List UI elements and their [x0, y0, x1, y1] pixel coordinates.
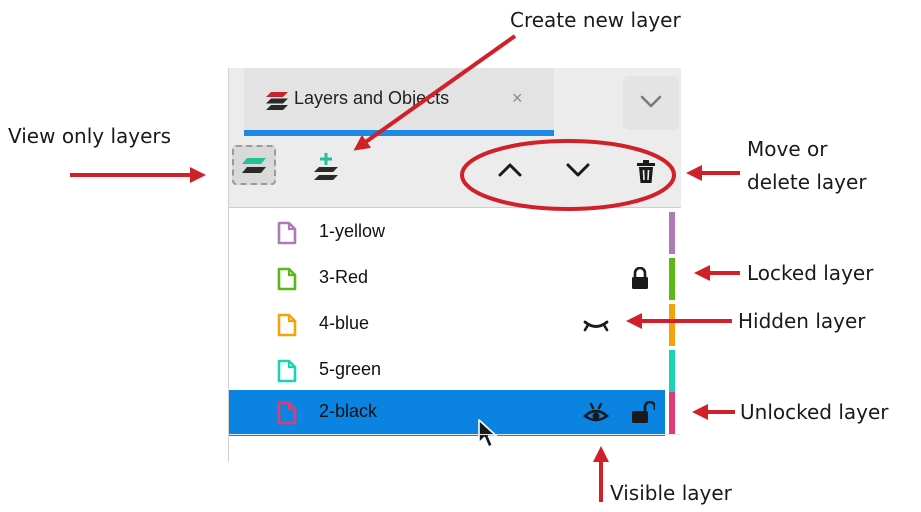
- view-only-layers-button[interactable]: [232, 145, 276, 185]
- annotation-move-or: Move or: [747, 137, 828, 161]
- move-up-button[interactable]: [497, 162, 527, 186]
- annotation-locked-layer: Locked layer: [747, 261, 874, 285]
- layer-row[interactable]: 1-yellow: [229, 210, 665, 256]
- unlock-icon[interactable]: [631, 401, 655, 423]
- chevron-down-icon: [566, 163, 590, 177]
- lock-icon[interactable]: [631, 267, 649, 289]
- layers-toolbar: [229, 136, 681, 208]
- file-icon: [277, 313, 297, 337]
- chevron-up-icon: [498, 163, 522, 177]
- tab-menu-button[interactable]: [623, 76, 679, 130]
- close-icon[interactable]: ×: [512, 88, 523, 109]
- layer-row[interactable]: 5-green: [229, 348, 665, 394]
- annotation-view-only-layers: View only layers: [8, 124, 172, 148]
- annotation-visible-layer: Visible layer: [610, 481, 732, 505]
- tab-layers-and-objects[interactable]: Layers and Objects ×: [244, 68, 554, 135]
- create-layer-button[interactable]: [313, 152, 345, 184]
- eye-closed-icon[interactable]: [583, 319, 609, 333]
- layer-color-bar: [669, 392, 675, 434]
- file-icon: [277, 359, 297, 383]
- layers-panel: Layers and Objects × 1-yellow 3-Red 4-bl…: [228, 68, 681, 463]
- layer-name: 1-yellow: [319, 221, 386, 241]
- annotation-create-new-layer: Create new layer: [510, 8, 681, 32]
- divider: [229, 434, 681, 435]
- layer-color-bar: [669, 258, 675, 300]
- file-icon: [277, 221, 297, 245]
- trash-icon: [637, 160, 655, 183]
- annotation-hidden-layer: Hidden layer: [738, 309, 866, 333]
- layer-row[interactable]: 4-blue: [229, 302, 665, 348]
- eye-icon[interactable]: [583, 402, 609, 424]
- tab-label: Layers and Objects: [294, 88, 450, 108]
- annotation-delete-layer: delete layer: [747, 170, 867, 194]
- layer-row-selected[interactable]: 2-black: [229, 390, 665, 436]
- layers-icon: [242, 158, 266, 173]
- layer-color-bar: [669, 350, 675, 392]
- move-down-button[interactable]: [565, 162, 595, 186]
- layer-color-bar: [669, 304, 675, 346]
- layers-list: 1-yellow 3-Red 4-blue 5-green 2-black: [229, 207, 681, 463]
- layer-name: 4-blue: [319, 313, 370, 333]
- add-layer-icon: [314, 153, 338, 180]
- chevron-down-icon: [640, 95, 662, 108]
- annotation-unlocked-layer: Unlocked layer: [740, 400, 889, 424]
- file-icon: [277, 401, 297, 425]
- delete-layer-button[interactable]: [636, 160, 660, 188]
- layer-name: 5-green: [319, 359, 382, 379]
- layer-name: 2-black: [319, 401, 378, 421]
- file-icon: [277, 267, 297, 291]
- mouse-cursor-icon: [478, 419, 498, 448]
- layer-name: 3-Red: [319, 267, 369, 287]
- layers-icon: [266, 92, 288, 115]
- layer-color-bar: [669, 212, 675, 254]
- layer-row[interactable]: 3-Red: [229, 256, 665, 302]
